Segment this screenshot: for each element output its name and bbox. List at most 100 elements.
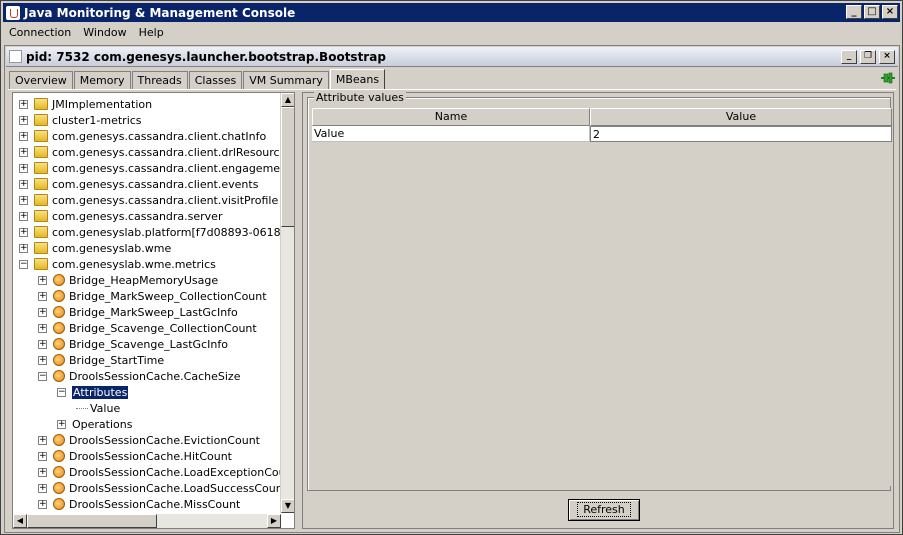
attribute-value-cell[interactable]: 2	[590, 126, 892, 142]
split-pane-divider[interactable]	[295, 92, 301, 529]
folder-icon	[34, 258, 48, 270]
expand-icon[interactable]: +	[19, 147, 28, 157]
mbean-icon	[53, 434, 65, 446]
java-icon	[6, 5, 20, 20]
collapse-icon[interactable]: −	[38, 371, 47, 381]
collapse-icon[interactable]: −	[57, 387, 66, 397]
attribute-table: Name Value Value 2	[312, 108, 892, 486]
collapse-icon[interactable]: −	[19, 259, 28, 269]
tree-item[interactable]: + Bridge_StartTime	[38, 352, 164, 368]
tab-mbeans[interactable]: MBeans	[329, 69, 386, 89]
column-header-value[interactable]: Value	[590, 108, 892, 126]
tree-item-label: JMImplementation	[52, 97, 153, 111]
inner-restore-button[interactable]: ❐	[860, 50, 876, 64]
tree-item[interactable]: + cluster1-metrics	[19, 112, 142, 128]
minimize-button[interactable]: _	[846, 5, 862, 19]
scroll-up-arrow-icon[interactable]: ▲	[281, 93, 294, 107]
menu-window[interactable]: Window	[77, 26, 132, 39]
tree-item[interactable]: − Attributes	[57, 384, 129, 400]
tree-vertical-scroll-thumb[interactable]	[281, 107, 294, 227]
table-header: Name Value	[312, 108, 892, 126]
table-row[interactable]: Value 2	[312, 126, 892, 142]
tree-item[interactable]: + com.genesys.cassandra.client.events	[19, 176, 258, 192]
inner-close-button[interactable]: ×	[879, 50, 895, 64]
mbean-icon	[53, 338, 65, 350]
tree-item[interactable]: + DroolsSessionCache.HitCount	[38, 448, 232, 464]
expand-icon[interactable]: +	[19, 227, 28, 237]
expand-icon[interactable]: +	[38, 307, 47, 317]
mbean-tree[interactable]: + JMImplementation + cluster1-metrics + com.g…	[12, 92, 295, 529]
tree-item[interactable]: + DroolsSessionCache.LoadExceptionCount	[38, 464, 294, 480]
tree-item[interactable]: + com.genesys.cassandra.client.drlResourc…	[19, 144, 292, 160]
expand-icon[interactable]: +	[38, 291, 47, 301]
expand-icon[interactable]: +	[19, 163, 28, 173]
scroll-right-arrow-icon[interactable]: ▶	[267, 514, 281, 528]
inner-window-title: pid: 7532 com.genesys.launcher.bootstrap…	[26, 49, 386, 64]
expand-icon[interactable]: +	[38, 499, 47, 509]
tree-item-label: com.genesys.cassandra.server	[52, 209, 223, 223]
tree-item-label: com.genesyslab.wme	[52, 241, 172, 255]
inner-minimize-button[interactable]: _	[841, 50, 857, 64]
tree-item[interactable]: + Operations	[57, 416, 132, 432]
menu-connection[interactable]: Connection	[3, 26, 77, 39]
tree-item[interactable]: + com.genesys.cassandra.client.chatInfo	[19, 128, 266, 144]
tree-item[interactable]: + com.genesyslab.platform[f7d08893-0618-4…	[19, 224, 294, 240]
close-button[interactable]: ×	[882, 5, 898, 19]
expand-icon[interactable]: +	[38, 339, 47, 349]
refresh-button[interactable]: Refresh	[568, 499, 640, 521]
column-header-name[interactable]: Name	[312, 108, 590, 126]
expand-icon[interactable]: +	[19, 195, 28, 205]
tree-item[interactable]: Value	[76, 400, 120, 416]
tree-item[interactable]: + DroolsSessionCache.LoadSuccessCount	[38, 480, 287, 496]
tree-item[interactable]: + JMImplementation	[19, 96, 152, 112]
expand-icon[interactable]: +	[19, 99, 28, 109]
expand-icon[interactable]: +	[57, 419, 66, 429]
tree-item[interactable]: − com.genesyslab.wme.metrics	[19, 256, 216, 272]
attribute-panel: Attribute values Name Value Value 2 Refr…	[302, 91, 894, 529]
tree-item[interactable]: + com.genesys.cassandra.server	[19, 208, 222, 224]
tree-item[interactable]: + DroolsSessionCache.MissCount	[38, 496, 240, 512]
attribute-name-cell[interactable]: Value	[312, 126, 590, 142]
tree-item[interactable]: + DroolsSessionCache.EvictionCount	[38, 432, 260, 448]
expand-icon[interactable]: +	[38, 323, 47, 333]
tab-threads[interactable]: Threads	[131, 71, 188, 89]
scroll-down-arrow-icon[interactable]: ▼	[281, 499, 294, 513]
tree-horizontal-scroll-thumb[interactable]	[27, 514, 157, 528]
expand-icon[interactable]: +	[19, 243, 28, 253]
expand-icon[interactable]: +	[38, 467, 47, 477]
tree-item-label: com.genesys.cassandra.client.chatInfo	[52, 129, 267, 143]
maximize-button[interactable]: □	[864, 5, 880, 19]
menu-help[interactable]: Help	[133, 26, 170, 39]
connection-plug-icon[interactable]	[881, 72, 895, 84]
expand-icon[interactable]: +	[38, 355, 47, 365]
expand-icon[interactable]: +	[38, 435, 47, 445]
attribute-values-group: Attribute values Name Value Value 2	[307, 91, 892, 491]
expand-icon[interactable]: +	[38, 451, 47, 461]
expand-icon[interactable]: +	[38, 275, 47, 285]
tab-memory[interactable]: Memory	[73, 71, 131, 89]
tree-item[interactable]: + com.genesys.cassandra.client.engagement…	[19, 160, 294, 176]
tree-item[interactable]: + Bridge_Scavenge_CollectionCount	[38, 320, 257, 336]
tree-item[interactable]: + com.genesyslab.wme	[19, 240, 171, 256]
tab-vm-summary[interactable]: VM Summary	[243, 71, 329, 89]
tree-item[interactable]: + Bridge_HeapMemoryUsage	[38, 272, 218, 288]
tree-item[interactable]: − DroolsSessionCache.CacheSize	[38, 368, 240, 384]
scroll-left-arrow-icon[interactable]: ◀	[13, 514, 27, 528]
folder-icon	[34, 178, 48, 190]
folder-icon	[34, 98, 48, 110]
expand-icon[interactable]: +	[19, 179, 28, 189]
expand-icon[interactable]: +	[19, 115, 28, 125]
tree-item[interactable]: + Bridge_MarkSweep_LastGcInfo	[38, 304, 238, 320]
tree-vertical-scrollbar[interactable]: ▲ ▼	[280, 93, 294, 513]
tree-horizontal-scrollbar[interactable]: ◀ ▶	[13, 514, 281, 528]
tree-item-label: Bridge_StartTime	[69, 353, 165, 367]
expand-icon[interactable]: +	[19, 211, 28, 221]
tree-item-label: Attributes	[72, 385, 129, 399]
tab-classes[interactable]: Classes	[188, 71, 243, 89]
expand-icon[interactable]: +	[19, 131, 28, 141]
tree-item[interactable]: + com.genesys.cassandra.client.visitProfi…	[19, 192, 278, 208]
tab-overview[interactable]: Overview	[9, 71, 73, 89]
expand-icon[interactable]: +	[38, 483, 47, 493]
tree-item[interactable]: + Bridge_Scavenge_LastGcInfo	[38, 336, 228, 352]
tree-item[interactable]: + Bridge_MarkSweep_CollectionCount	[38, 288, 267, 304]
